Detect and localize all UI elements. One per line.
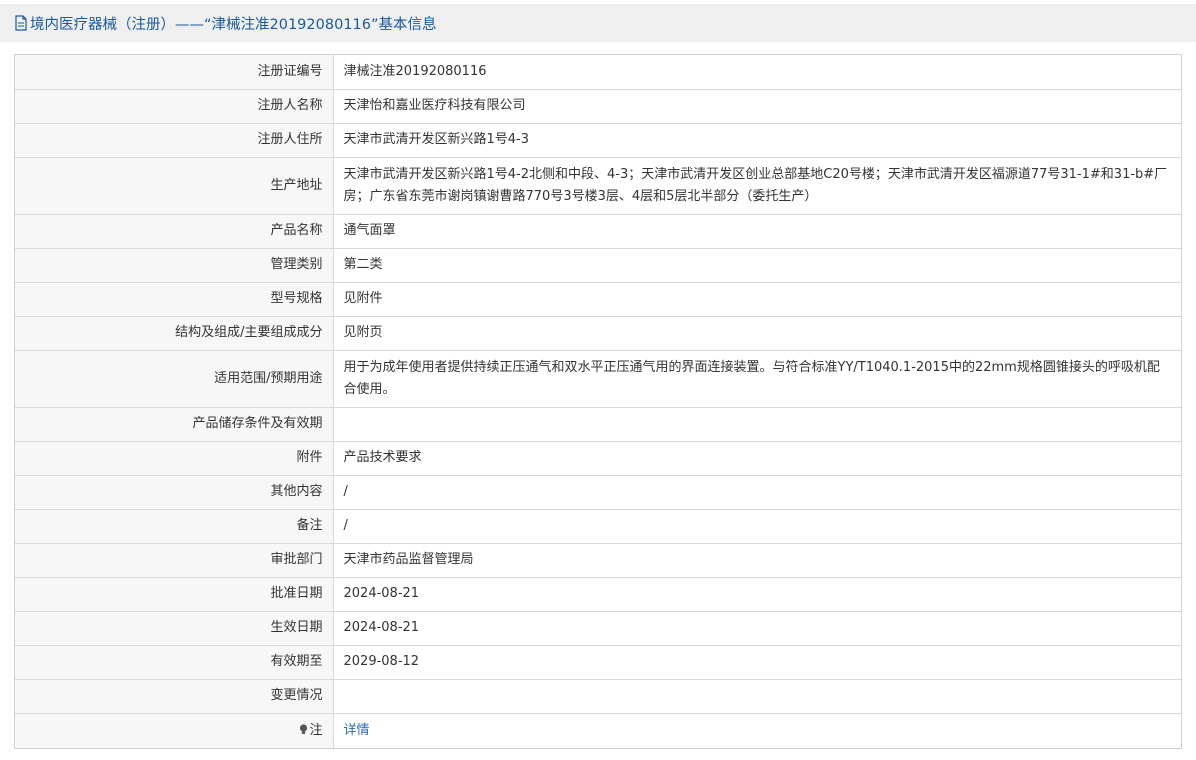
row-label-registrant-address: 注册人住所 bbox=[15, 122, 334, 157]
table-row: 管理类别 第二类 bbox=[15, 247, 1181, 282]
row-label-effective-date: 生效日期 bbox=[15, 610, 334, 645]
page-header: 境内医疗器械（注册）——“津械注准20192080116”基本信息 bbox=[0, 4, 1196, 42]
row-label-other: 其他内容 bbox=[15, 474, 334, 509]
table-row: 注册人名称 天津怡和嘉业医疗科技有限公司 bbox=[15, 88, 1181, 123]
row-label-management-class: 管理类别 bbox=[15, 247, 334, 282]
table-row: 生产地址 天津市武清开发区新兴路1号4-2北侧和中段、4-3；天津市武清开发区创… bbox=[15, 156, 1181, 214]
row-label-registration-number: 注册证编号 bbox=[15, 55, 334, 89]
row-value-production-address: 天津市武清开发区新兴路1号4-2北侧和中段、4-3；天津市武清开发区创业总部基地… bbox=[333, 156, 1181, 214]
row-label-model-spec: 型号规格 bbox=[15, 281, 334, 316]
table-row: 适用范围/预期用途 用于为成年使用者提供持续正压通气和双水平正压通气用的界面连接… bbox=[15, 349, 1181, 407]
row-label-attachment: 附件 bbox=[15, 440, 334, 475]
table-row: 注册人住所 天津市武清开发区新兴路1号4-3 bbox=[15, 122, 1181, 157]
row-label-remarks: 备注 bbox=[15, 508, 334, 543]
document-icon bbox=[15, 15, 27, 31]
lightbulb-icon bbox=[300, 724, 308, 734]
row-value-model-spec: 见附件 bbox=[333, 281, 1181, 316]
table-row: 其他内容 / bbox=[15, 474, 1181, 509]
table-row: 审批部门 天津市药品监督管理局 bbox=[15, 542, 1181, 577]
row-value-effective-date: 2024-08-21 bbox=[333, 610, 1181, 645]
row-label-intended-use: 适用范围/预期用途 bbox=[15, 349, 334, 407]
row-label-changes: 变更情况 bbox=[15, 678, 334, 713]
row-label-expiry-date: 有效期至 bbox=[15, 644, 334, 679]
table-row: 注 详情 bbox=[15, 712, 1181, 748]
row-label-approval-date: 批准日期 bbox=[15, 576, 334, 611]
table-row: 有效期至 2029-08-12 bbox=[15, 644, 1181, 679]
table-row: 变更情况 bbox=[15, 678, 1181, 713]
row-value-product-name: 通气面罩 bbox=[333, 213, 1181, 248]
row-label-approval-dept: 审批部门 bbox=[15, 542, 334, 577]
row-label-note: 注 bbox=[15, 712, 334, 748]
table-row: 备注 / bbox=[15, 508, 1181, 543]
row-label-structure: 结构及组成/主要组成成分 bbox=[15, 315, 334, 350]
row-value-approval-dept: 天津市药品监督管理局 bbox=[333, 542, 1181, 577]
row-value-other: / bbox=[333, 474, 1181, 509]
table-row: 型号规格 见附件 bbox=[15, 281, 1181, 316]
info-table: 注册证编号 津械注准20192080116 注册人名称 天津怡和嘉业医疗科技有限… bbox=[14, 54, 1182, 749]
row-value-intended-use: 用于为成年使用者提供持续正压通气和双水平正压通气用的界面连接装置。与符合标准YY… bbox=[333, 349, 1181, 407]
row-value-storage bbox=[333, 406, 1181, 441]
table-row: 产品储存条件及有效期 bbox=[15, 406, 1181, 441]
row-value-management-class: 第二类 bbox=[333, 247, 1181, 282]
row-label-product-name: 产品名称 bbox=[15, 213, 334, 248]
row-value-registrant-name: 天津怡和嘉业医疗科技有限公司 bbox=[333, 88, 1181, 123]
row-value-approval-date: 2024-08-21 bbox=[333, 576, 1181, 611]
table-row: 批准日期 2024-08-21 bbox=[15, 576, 1181, 611]
row-value-registrant-address: 天津市武清开发区新兴路1号4-3 bbox=[333, 122, 1181, 157]
row-value-registration-number: 津械注准20192080116 bbox=[333, 55, 1181, 89]
row-value-attachment: 产品技术要求 bbox=[333, 440, 1181, 475]
row-value-changes bbox=[333, 678, 1181, 713]
table-row: 生效日期 2024-08-21 bbox=[15, 610, 1181, 645]
row-label-registrant-name: 注册人名称 bbox=[15, 88, 334, 123]
details-link[interactable]: 详情 bbox=[333, 712, 1181, 748]
row-label-production-address: 生产地址 bbox=[15, 156, 334, 214]
table-row: 结构及组成/主要组成成分 见附页 bbox=[15, 315, 1181, 350]
row-label-storage: 产品储存条件及有效期 bbox=[15, 406, 334, 441]
table-row: 附件 产品技术要求 bbox=[15, 440, 1181, 475]
row-value-remarks: / bbox=[333, 508, 1181, 543]
page-title: 境内医疗器械（注册）——“津械注准20192080116”基本信息 bbox=[30, 16, 437, 33]
table-row: 注册证编号 津械注准20192080116 bbox=[15, 55, 1181, 89]
row-value-expiry-date: 2029-08-12 bbox=[333, 644, 1181, 679]
table-row: 产品名称 通气面罩 bbox=[15, 213, 1181, 248]
row-value-structure: 见附页 bbox=[333, 315, 1181, 350]
